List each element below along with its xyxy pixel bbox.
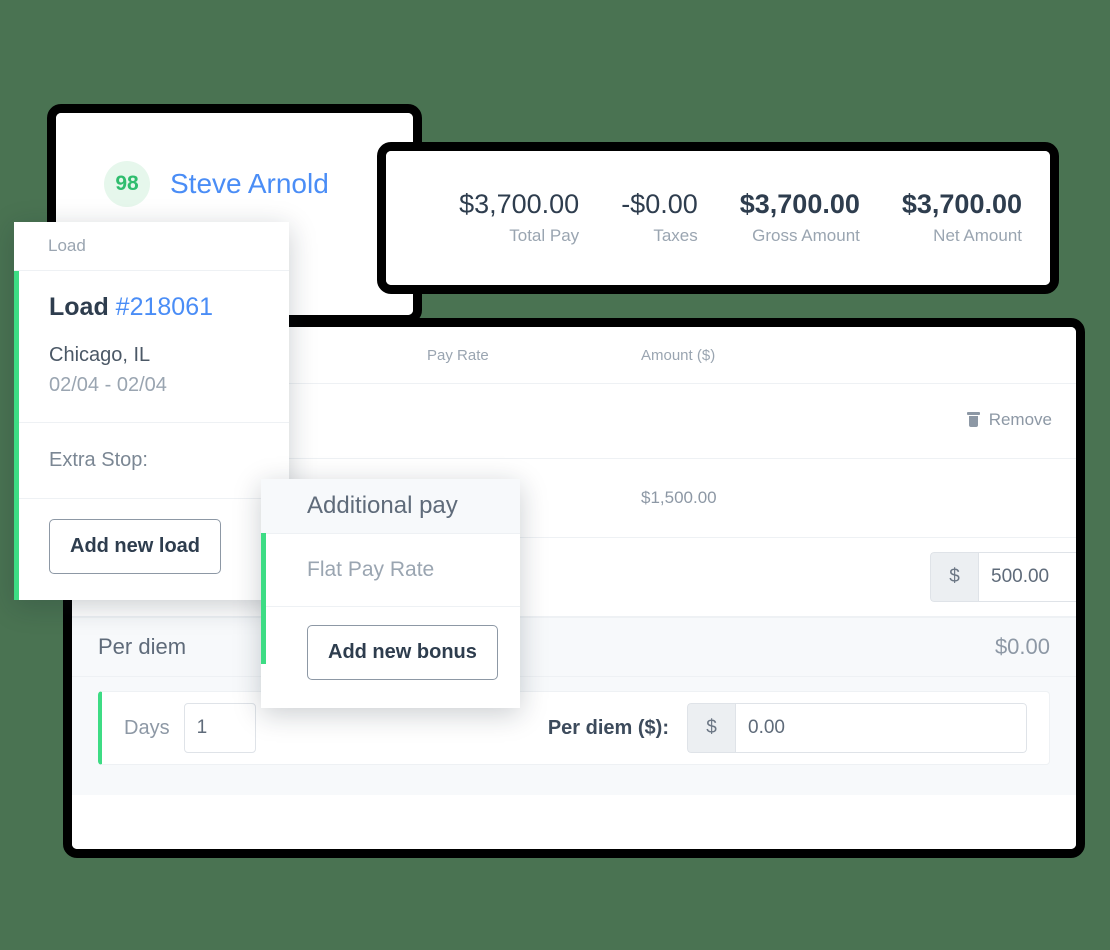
stat-total-pay: $3,700.00 Total Pay <box>417 188 579 248</box>
summary-stats: $3,700.00 Total Pay -$0.00 Taxes $3,700.… <box>417 188 1022 248</box>
per-diem-days-label: Days <box>124 716 170 739</box>
stat-taxes: -$0.00 Taxes <box>579 188 698 248</box>
load-number[interactable]: #218061 <box>116 293 213 321</box>
load-card-footer: Add new load <box>19 499 289 600</box>
stat-taxes-label: Taxes <box>653 225 698 245</box>
row2-amount: $1,500.00 <box>641 488 717 507</box>
extra-stop-label: Extra Stop: <box>49 449 148 471</box>
per-diem-amount-input-group[interactable]: $ <box>687 703 1027 753</box>
stat-net-amount-label: Net Amount <box>933 225 1022 245</box>
stat-total-pay-label: Total Pay <box>509 225 580 245</box>
additional-pay-card: Additional pay Flat Pay Rate Add new bon… <box>261 479 520 708</box>
row1-actions: Remove <box>882 410 1052 433</box>
screenshot-stage: Pay Rate Amount ($) Remove $1,500.00 $ 5… <box>0 0 1110 950</box>
stat-total-pay-value: $3,700.00 <box>459 188 580 219</box>
stat-taxes-value: -$0.00 <box>621 188 698 219</box>
stat-gross-amount-value: $3,700.00 <box>739 188 860 219</box>
add-new-load-button[interactable]: Add new load <box>49 519 221 574</box>
trash-icon <box>966 412 980 428</box>
currency-symbol-addon: $ <box>930 552 978 602</box>
load-card: Load Load #218061 Chicago, IL 02/04 - 02… <box>14 222 289 600</box>
per-diem-title: Per diem <box>98 634 187 659</box>
per-diem-body: Days Per diem ($): $ <box>72 677 1076 795</box>
driver-name-link[interactable]: Steve Arnold <box>170 168 329 200</box>
load-card-main-section: Load #218061 Chicago, IL 02/04 - 02/04 <box>19 271 289 423</box>
per-diem-amount-label: Per diem ($): <box>547 716 669 739</box>
load-dates: 02/04 - 02/04 <box>49 374 167 396</box>
per-diem-days-input[interactable] <box>183 703 256 753</box>
bonus-amount-input-group[interactable]: $ <box>930 552 1076 602</box>
pay-summary-inner: $3,700.00 Total Pay -$0.00 Taxes $3,700.… <box>386 151 1050 285</box>
load-card-body: Load #218061 Chicago, IL 02/04 - 02/04 E… <box>14 271 289 600</box>
remove-button-label: Remove <box>988 409 1052 429</box>
pay-summary-panel: $3,700.00 Total Pay -$0.00 Taxes $3,700.… <box>377 142 1059 294</box>
stat-net-amount: $3,700.00 Net Amount <box>860 188 1022 248</box>
additional-pay-accent-bar <box>261 533 266 664</box>
additional-pay-header: Additional pay <box>261 479 520 534</box>
stat-gross-amount-label: Gross Amount <box>752 225 860 245</box>
load-gap <box>49 322 255 340</box>
stat-net-amount-value: $3,700.00 <box>901 188 1022 219</box>
per-diem-amount-input[interactable] <box>735 703 1027 753</box>
load-title: Load #218061 <box>49 293 255 322</box>
currency-symbol-addon: $ <box>687 703 735 753</box>
header-amount: Amount ($) <box>641 346 716 364</box>
load-card-header: Load <box>14 222 289 271</box>
per-diem-row: Days Per diem ($): $ <box>98 691 1050 765</box>
per-diem-header: Per diem $0.00 <box>72 617 1076 677</box>
driver-count-badge: 98 <box>104 161 150 207</box>
stat-gross-amount: $3,700.00 Gross Amount <box>698 188 860 248</box>
additional-pay-footer: Add new bonus <box>261 607 520 708</box>
load-city: Chicago, IL <box>49 344 151 366</box>
per-diem-total: $0.00 <box>994 634 1050 659</box>
bonus-amount-input[interactable] <box>978 552 1076 602</box>
remove-button[interactable]: Remove <box>966 409 1052 430</box>
load-title-prefix: Load <box>49 293 109 321</box>
add-new-bonus-button[interactable]: Add new bonus <box>307 625 498 680</box>
driver-row: 98 Steve Arnold <box>56 113 413 207</box>
load-extra-stop-section: Extra Stop: <box>19 423 289 499</box>
header-pay-rate: Pay Rate <box>427 346 489 364</box>
flat-pay-rate-label: Flat Pay Rate <box>261 534 520 607</box>
